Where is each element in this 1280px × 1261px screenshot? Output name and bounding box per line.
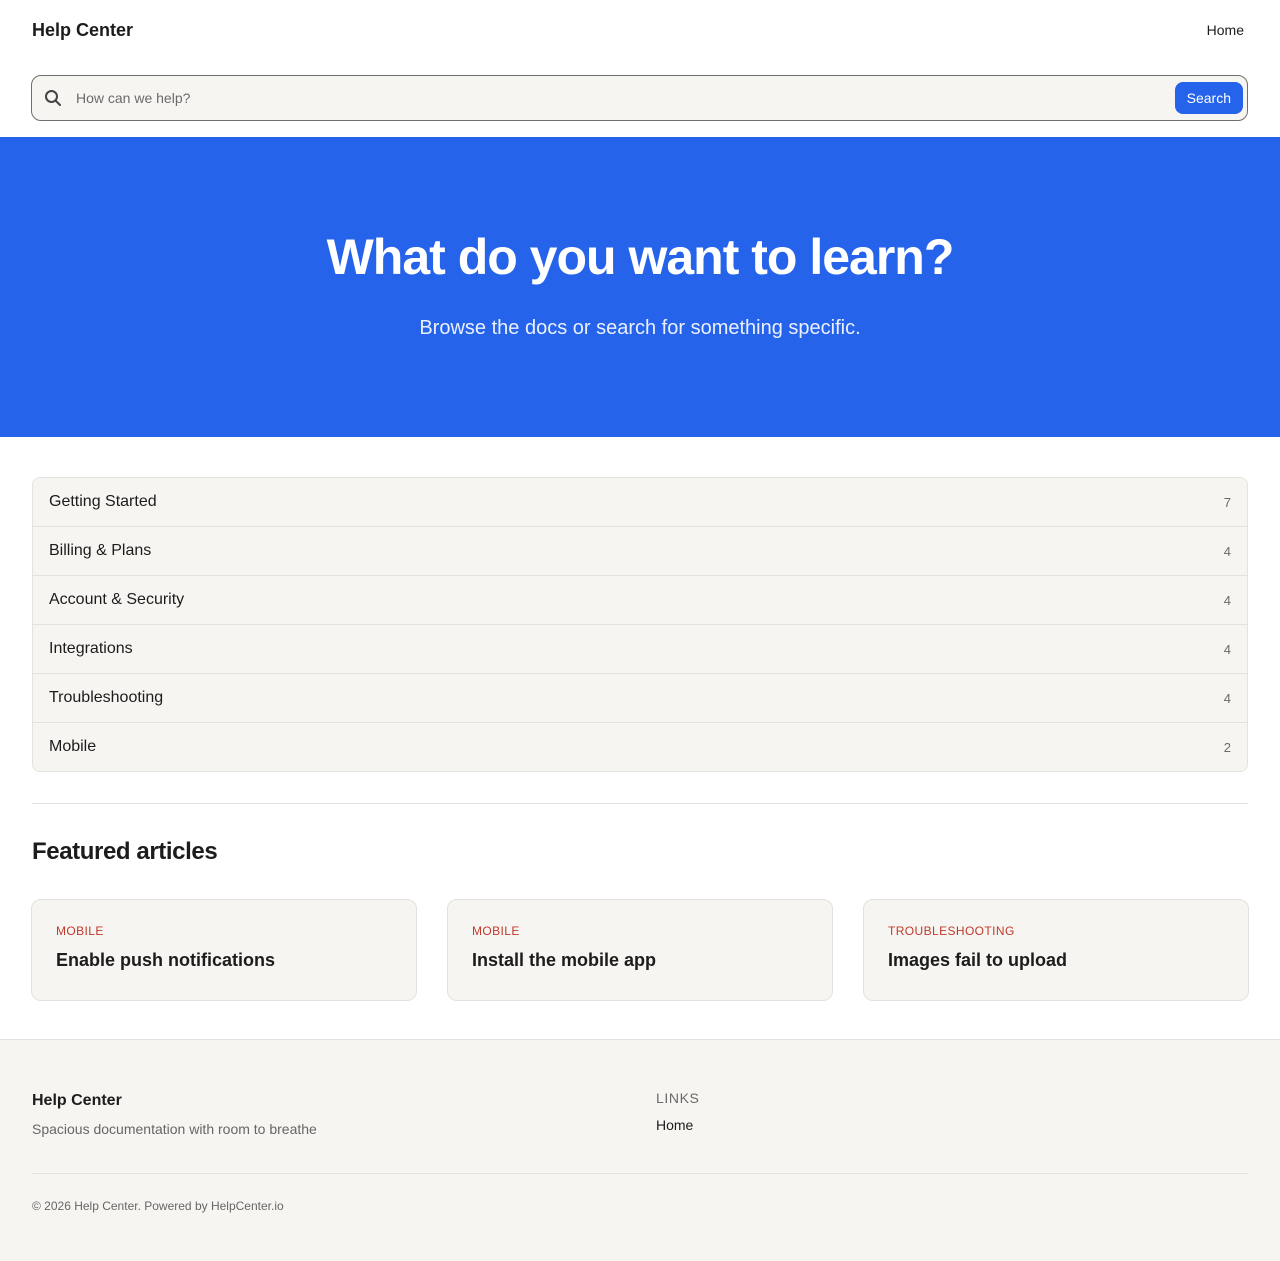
category-count: 4 xyxy=(1223,592,1231,608)
category-billing-plans[interactable]: Billing & Plans 4 xyxy=(33,526,1247,575)
article-card[interactable]: MOBILE Enable push notifications xyxy=(31,899,417,1001)
article-title: Images fail to upload xyxy=(888,950,1068,970)
top-bar: Help Center Home xyxy=(0,0,1280,60)
category-count: 4 xyxy=(1223,543,1231,559)
hero-title: What do you want to learn? xyxy=(326,229,955,285)
featured-cards: MOBILE Enable push notifications MOBILE … xyxy=(31,899,1249,1001)
article-category-tag: MOBILE xyxy=(56,924,104,938)
hero-subtitle: Browse the docs or search for something … xyxy=(419,317,861,339)
category-name: Integrations xyxy=(49,640,133,657)
section-divider xyxy=(32,803,1248,804)
footer-brand: Help Center xyxy=(32,1092,122,1109)
article-category-tag: TROUBLESHOOTING xyxy=(888,924,1015,938)
category-count: 4 xyxy=(1223,690,1231,706)
search-input[interactable] xyxy=(62,76,1247,120)
category-count: 7 xyxy=(1223,494,1231,510)
category-getting-started[interactable]: Getting Started 7 xyxy=(33,478,1247,526)
category-name: Troubleshooting xyxy=(49,689,164,706)
site-footer: Help Center Spacious documentation with … xyxy=(0,1039,1280,1261)
footer-about: Help Center Spacious documentation with … xyxy=(32,1090,656,1173)
category-name: Account & Security xyxy=(49,591,185,608)
category-count: 4 xyxy=(1223,641,1231,657)
footer-link-home[interactable]: Home xyxy=(656,1117,699,1133)
featured-heading: Featured articles xyxy=(32,838,218,865)
category-integrations[interactable]: Integrations 4 xyxy=(33,624,1247,673)
category-name: Getting Started xyxy=(49,493,157,510)
article-title: Enable push notifications xyxy=(56,950,276,970)
footer-copyright: © 2026 Help Center. Powered by HelpCente… xyxy=(32,1199,284,1213)
search-section: Search xyxy=(0,60,1280,137)
search-button[interactable]: Search xyxy=(1174,82,1243,114)
search-icon xyxy=(44,89,62,107)
nav-home-link[interactable]: Home xyxy=(1207,22,1244,38)
search-bar: Search xyxy=(31,75,1248,121)
footer-columns: Help Center Spacious documentation with … xyxy=(0,1040,1280,1173)
category-list: Getting Started 7 Billing & Plans 4 Acco… xyxy=(32,477,1248,772)
hero-banner: What do you want to learn? Browse the do… xyxy=(0,137,1280,437)
category-count: 2 xyxy=(1223,739,1231,755)
footer-tagline: Spacious documentation with room to brea… xyxy=(32,1121,317,1137)
site-brand[interactable]: Help Center xyxy=(32,20,133,41)
footer-links-heading: LINKS xyxy=(656,1090,700,1106)
category-account-security[interactable]: Account & Security 4 xyxy=(33,575,1247,624)
category-name: Billing & Plans xyxy=(49,542,152,559)
category-mobile[interactable]: Mobile 2 xyxy=(33,722,1247,771)
article-card[interactable]: TROUBLESHOOTING Images fail to upload xyxy=(863,899,1249,1001)
footer-links: LINKS Home xyxy=(656,1090,699,1173)
category-name: Mobile xyxy=(49,738,97,755)
article-card[interactable]: MOBILE Install the mobile app xyxy=(447,899,833,1001)
category-troubleshooting[interactable]: Troubleshooting 4 xyxy=(33,673,1247,722)
article-title: Install the mobile app xyxy=(472,950,657,970)
article-category-tag: MOBILE xyxy=(472,924,520,938)
